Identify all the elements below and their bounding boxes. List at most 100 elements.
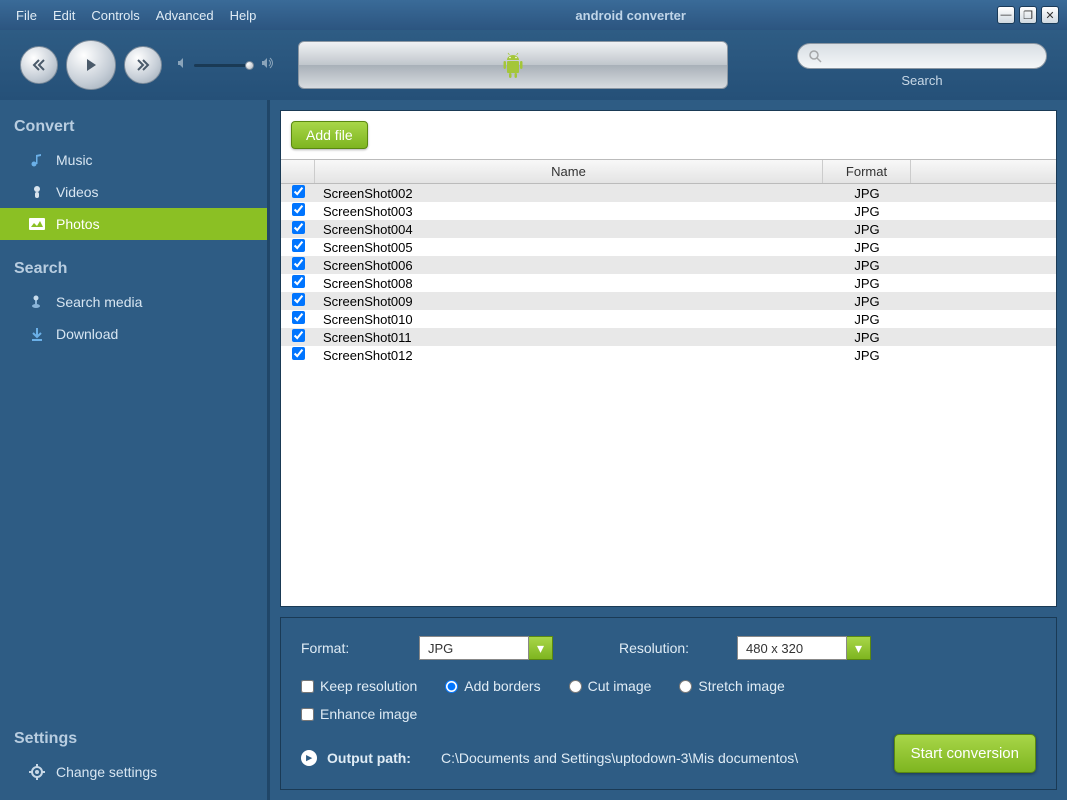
row-checkbox[interactable] [292,347,305,360]
row-checkbox[interactable] [292,293,305,306]
row-name: ScreenShot003 [315,204,823,219]
minimize-button[interactable]: — [997,6,1015,24]
options-panel: Format: JPG ▾ Resolution: 480 x 320 ▾ Ke… [280,617,1057,790]
resolution-select[interactable]: 480 x 320 [737,636,847,660]
row-format: JPG [823,312,911,327]
column-pad [911,160,1056,183]
row-format: JPG [823,258,911,273]
row-name: ScreenShot012 [315,348,823,363]
row-checkbox[interactable] [292,311,305,324]
table-row[interactable]: ScreenShot004JPG [281,220,1056,238]
android-icon [501,51,525,79]
row-name: ScreenShot002 [315,186,823,201]
download-icon [28,325,46,343]
format-select[interactable]: JPG [419,636,529,660]
menu-advanced[interactable]: Advanced [148,4,222,27]
sidebar-item-videos[interactable]: Videos [0,176,267,208]
row-format: JPG [823,348,911,363]
resolution-label: Resolution: [619,640,719,656]
play-button[interactable] [66,40,116,90]
sidebar-item-photos[interactable]: Photos [0,208,267,240]
video-icon [28,183,46,201]
sidebar-item-label: Photos [56,216,100,232]
row-name: ScreenShot011 [315,330,823,345]
menubar: FileEditControlsAdvancedHelp android con… [0,0,1067,30]
row-name: ScreenShot005 [315,240,823,255]
sidebar-section-settings: Settings [0,724,267,756]
table-header: Name Format [281,159,1056,184]
row-checkbox[interactable] [292,221,305,234]
prev-button[interactable] [20,46,58,84]
add-borders-radio[interactable]: Add borders [445,678,540,694]
format-dropdown-arrow[interactable]: ▾ [529,636,553,660]
menu-controls[interactable]: Controls [83,4,147,27]
row-checkbox[interactable] [292,257,305,270]
table-row[interactable]: ScreenShot010JPG [281,310,1056,328]
menu-file[interactable]: File [8,4,45,27]
sidebar-item-label: Videos [56,184,99,200]
table-row[interactable]: ScreenShot008JPG [281,274,1056,292]
main-panel: Add file Name Format ScreenShot002JPGScr… [270,100,1067,800]
row-checkbox[interactable] [292,329,305,342]
sidebar-section-search: Search [0,254,267,286]
sidebar-item-music[interactable]: Music [0,144,267,176]
sidebar-item-label: Search media [56,294,142,310]
column-checkbox[interactable] [281,160,315,183]
menu-help[interactable]: Help [222,4,265,27]
add-file-button[interactable]: Add file [291,121,368,149]
output-path-value: C:\Documents and Settings\uptodown-3\Mis… [441,750,798,766]
volume-high-icon [260,56,274,74]
output-path-icon[interactable]: ▸ [301,750,317,766]
table-row[interactable]: ScreenShot003JPG [281,202,1056,220]
table-row[interactable]: ScreenShot011JPG [281,328,1056,346]
row-format: JPG [823,330,911,345]
cut-image-radio[interactable]: Cut image [569,678,652,694]
gear-icon [28,763,46,781]
row-format: JPG [823,186,911,201]
maximize-button[interactable]: ❐ [1019,6,1037,24]
sidebar-item-change-settings[interactable]: Change settings [0,756,267,788]
row-name: ScreenShot006 [315,258,823,273]
row-checkbox[interactable] [292,239,305,252]
next-button[interactable] [124,46,162,84]
table-row[interactable]: ScreenShot012JPG [281,346,1056,364]
row-checkbox[interactable] [292,185,305,198]
column-format[interactable]: Format [823,160,911,183]
output-path-label: Output path: [327,750,411,766]
search-input[interactable] [797,43,1047,69]
row-format: JPG [823,240,911,255]
row-checkbox[interactable] [292,275,305,288]
menu-edit[interactable]: Edit [45,4,83,27]
toolbar: Search [0,30,1067,100]
table-row[interactable]: ScreenShot002JPG [281,184,1056,202]
close-button[interactable]: ✕ [1041,6,1059,24]
table-row[interactable]: ScreenShot009JPG [281,292,1056,310]
row-name: ScreenShot010 [315,312,823,327]
sidebar: Convert MusicVideosPhotos Search Search … [0,100,270,800]
search-icon [808,49,822,63]
music-icon [28,151,46,169]
row-format: JPG [823,204,911,219]
enhance-image-checkbox[interactable]: Enhance image [301,706,417,722]
volume-slider[interactable] [194,64,254,67]
stretch-image-radio[interactable]: Stretch image [679,678,784,694]
search-media-icon [28,293,46,311]
keep-resolution-checkbox[interactable]: Keep resolution [301,678,417,694]
row-name: ScreenShot008 [315,276,823,291]
volume-low-icon [176,56,188,74]
start-conversion-button[interactable]: Start conversion [894,734,1036,773]
photo-icon [28,215,46,233]
sidebar-item-download[interactable]: Download [0,318,267,350]
sidebar-item-label: Change settings [56,764,157,780]
sidebar-item-search-media[interactable]: Search media [0,286,267,318]
row-name: ScreenShot009 [315,294,823,309]
table-row[interactable]: ScreenShot006JPG [281,256,1056,274]
table-row[interactable]: ScreenShot005JPG [281,238,1056,256]
search-label: Search [901,73,942,88]
row-format: JPG [823,276,911,291]
row-checkbox[interactable] [292,203,305,216]
resolution-dropdown-arrow[interactable]: ▾ [847,636,871,660]
column-name[interactable]: Name [315,160,823,183]
row-format: JPG [823,222,911,237]
sidebar-item-label: Download [56,326,118,342]
